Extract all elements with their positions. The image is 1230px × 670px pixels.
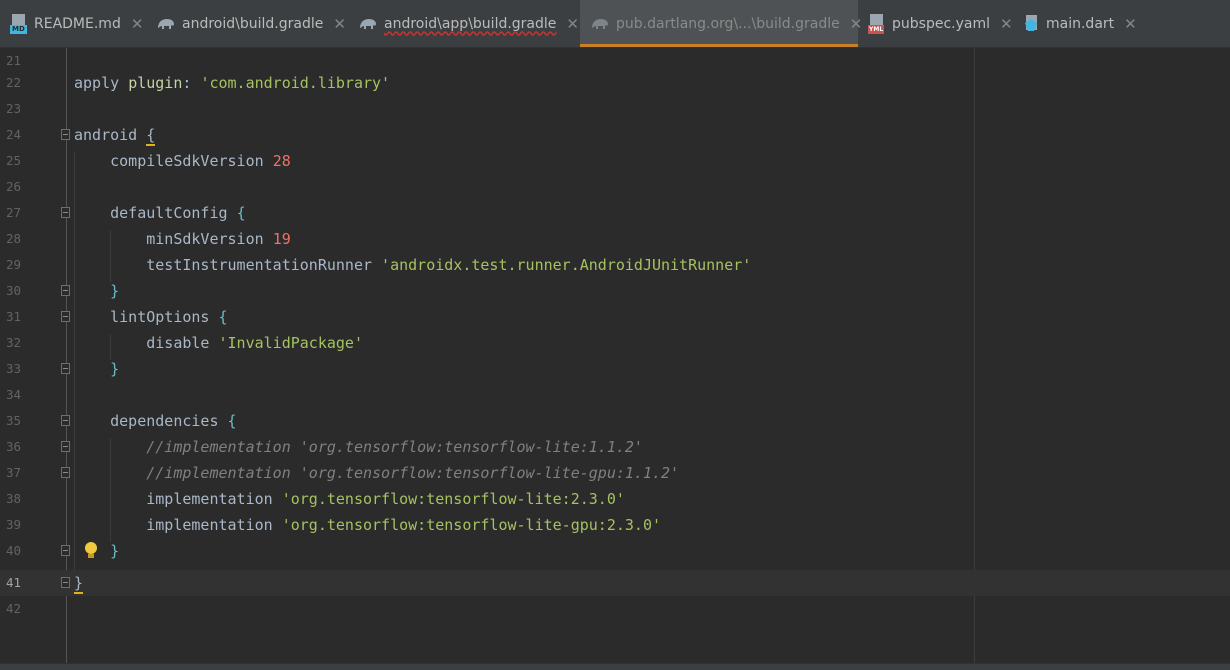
tab-label: pub.dartlang.org\...\build.gradle bbox=[616, 15, 840, 32]
code-line: 31 lintOptions { bbox=[0, 304, 1230, 330]
fold-open-icon[interactable] bbox=[61, 207, 70, 218]
code-text: compileSdkVersion 28 bbox=[74, 152, 291, 170]
tab-android-build-gradle[interactable]: android\build.gradle ✕ bbox=[156, 0, 352, 47]
code-line: 36 //implementation 'org.tensorflow:tens… bbox=[0, 434, 1230, 460]
close-icon[interactable]: ✕ bbox=[333, 15, 346, 33]
line-number: 25 bbox=[6, 153, 22, 168]
fold-close-icon[interactable] bbox=[61, 545, 70, 556]
fold-open-icon[interactable] bbox=[61, 311, 70, 322]
code-line: 42 bbox=[0, 596, 1230, 622]
tab-label: main.dart bbox=[1046, 15, 1115, 32]
line-number: 40 bbox=[6, 543, 22, 558]
code-line: 37 //implementation 'org.tensorflow:tens… bbox=[0, 460, 1230, 486]
code-text: android { bbox=[74, 126, 156, 146]
code-line: 23 bbox=[0, 96, 1230, 122]
code-line: 27 defaultConfig { bbox=[0, 200, 1230, 226]
code-text: implementation 'org.tensorflow:tensorflo… bbox=[74, 490, 625, 508]
code-text: implementation 'org.tensorflow:tensorflo… bbox=[74, 516, 662, 534]
code-text: } bbox=[74, 574, 84, 594]
line-number: 38 bbox=[6, 491, 22, 506]
yaml-file-icon: YML bbox=[868, 13, 886, 34]
fold-open-icon[interactable] bbox=[61, 129, 70, 140]
line-number: 30 bbox=[6, 283, 22, 298]
tab-label: android\build.gradle bbox=[182, 15, 324, 32]
gradle-elephant-icon bbox=[590, 16, 610, 32]
code-text: dependencies { bbox=[74, 412, 237, 430]
line-number: 41 bbox=[6, 575, 22, 590]
tab-readme-md[interactable]: MD README.md ✕ bbox=[10, 0, 152, 47]
tab-label: README.md bbox=[34, 15, 121, 32]
dart-file-icon bbox=[1024, 14, 1040, 33]
code-comment: //implementation 'org.tensorflow:tensorf… bbox=[74, 438, 643, 456]
fold-close-icon[interactable] bbox=[61, 467, 70, 478]
code-text: minSdkVersion 19 bbox=[74, 230, 291, 248]
code-line: 38 implementation 'org.tensorflow:tensor… bbox=[0, 486, 1230, 512]
line-number: 42 bbox=[6, 601, 22, 616]
code-line: 28 minSdkVersion 19 bbox=[0, 226, 1230, 252]
close-icon[interactable]: ✕ bbox=[1124, 15, 1137, 33]
gradle-elephant-icon bbox=[358, 16, 378, 32]
code-text: defaultConfig { bbox=[74, 204, 246, 222]
code-line: 29 testInstrumentationRunner 'androidx.t… bbox=[0, 252, 1230, 278]
code-text: disable 'InvalidPackage' bbox=[74, 334, 363, 352]
line-number: 32 bbox=[6, 335, 22, 350]
fold-open-icon[interactable] bbox=[61, 441, 70, 452]
tab-android-app-build-gradle[interactable]: android\app\build.gradle ✕ bbox=[358, 0, 579, 47]
line-number: 23 bbox=[6, 101, 22, 116]
line-number: 31 bbox=[6, 309, 22, 324]
line-number: 22 bbox=[6, 75, 22, 90]
line-number: 24 bbox=[6, 127, 22, 142]
line-number: 34 bbox=[6, 387, 22, 402]
fold-open-icon[interactable] bbox=[61, 415, 70, 426]
line-number: 36 bbox=[6, 439, 22, 454]
tab-main-dart[interactable]: main.dart ✕ bbox=[1024, 0, 1164, 47]
fold-close-icon[interactable] bbox=[61, 285, 70, 296]
close-icon[interactable]: ✕ bbox=[566, 15, 579, 33]
code-line: 30 } bbox=[0, 278, 1230, 304]
code-line: 35 dependencies { bbox=[0, 408, 1230, 434]
code-editor[interactable]: 21 22 apply plugin: 'com.android.library… bbox=[0, 48, 1230, 669]
code-line: 26 bbox=[0, 174, 1230, 200]
tab-pub-dartlang-build-gradle[interactable]: pub.dartlang.org\...\build.gradle ✕ bbox=[580, 0, 862, 47]
tab-label: pubspec.yaml bbox=[892, 15, 990, 32]
line-number: 29 bbox=[6, 257, 22, 272]
code-line: 34 bbox=[0, 382, 1230, 408]
close-icon[interactable]: ✕ bbox=[1000, 15, 1013, 33]
line-number: 39 bbox=[6, 517, 22, 532]
gradle-elephant-icon bbox=[156, 16, 176, 32]
code-text: } bbox=[74, 360, 120, 378]
line-number: 35 bbox=[6, 413, 22, 428]
fold-close-icon[interactable] bbox=[61, 363, 70, 374]
code-line: 24 android { bbox=[0, 122, 1230, 148]
line-number: 27 bbox=[6, 205, 22, 220]
editor-tab-bar: MD README.md ✕ android\build.gradle ✕ an… bbox=[0, 0, 1230, 48]
code-line-current: 41 } bbox=[0, 570, 1230, 596]
code-line: 32 disable 'InvalidPackage' bbox=[0, 330, 1230, 356]
line-number: 28 bbox=[6, 231, 22, 246]
code-line: 39 implementation 'org.tensorflow:tensor… bbox=[0, 512, 1230, 538]
code-text: lintOptions { bbox=[74, 308, 228, 326]
tab-label: android\app\build.gradle bbox=[384, 15, 557, 32]
code-text: } bbox=[74, 542, 120, 560]
code-text: apply plugin: 'com.android.library' bbox=[74, 74, 391, 92]
code-comment: //implementation 'org.tensorflow:tensorf… bbox=[74, 464, 680, 482]
line-number: 26 bbox=[6, 179, 22, 194]
code-line: 25 compileSdkVersion 28 bbox=[0, 148, 1230, 174]
close-icon[interactable]: ✕ bbox=[850, 15, 863, 33]
code-text: testInstrumentationRunner 'androidx.test… bbox=[74, 256, 752, 274]
line-number: 33 bbox=[6, 361, 22, 376]
markdown-file-icon: MD bbox=[10, 13, 28, 34]
code-line: 22 apply plugin: 'com.android.library' bbox=[0, 70, 1230, 96]
close-icon[interactable]: ✕ bbox=[131, 15, 144, 33]
code-text: } bbox=[74, 282, 120, 300]
code-line: 40 } bbox=[0, 538, 1230, 564]
tab-pubspec-yaml[interactable]: YML pubspec.yaml ✕ bbox=[868, 0, 1018, 47]
code-line: 33 } bbox=[0, 356, 1230, 382]
fold-close-icon[interactable] bbox=[61, 577, 70, 588]
line-number: 37 bbox=[6, 465, 22, 480]
